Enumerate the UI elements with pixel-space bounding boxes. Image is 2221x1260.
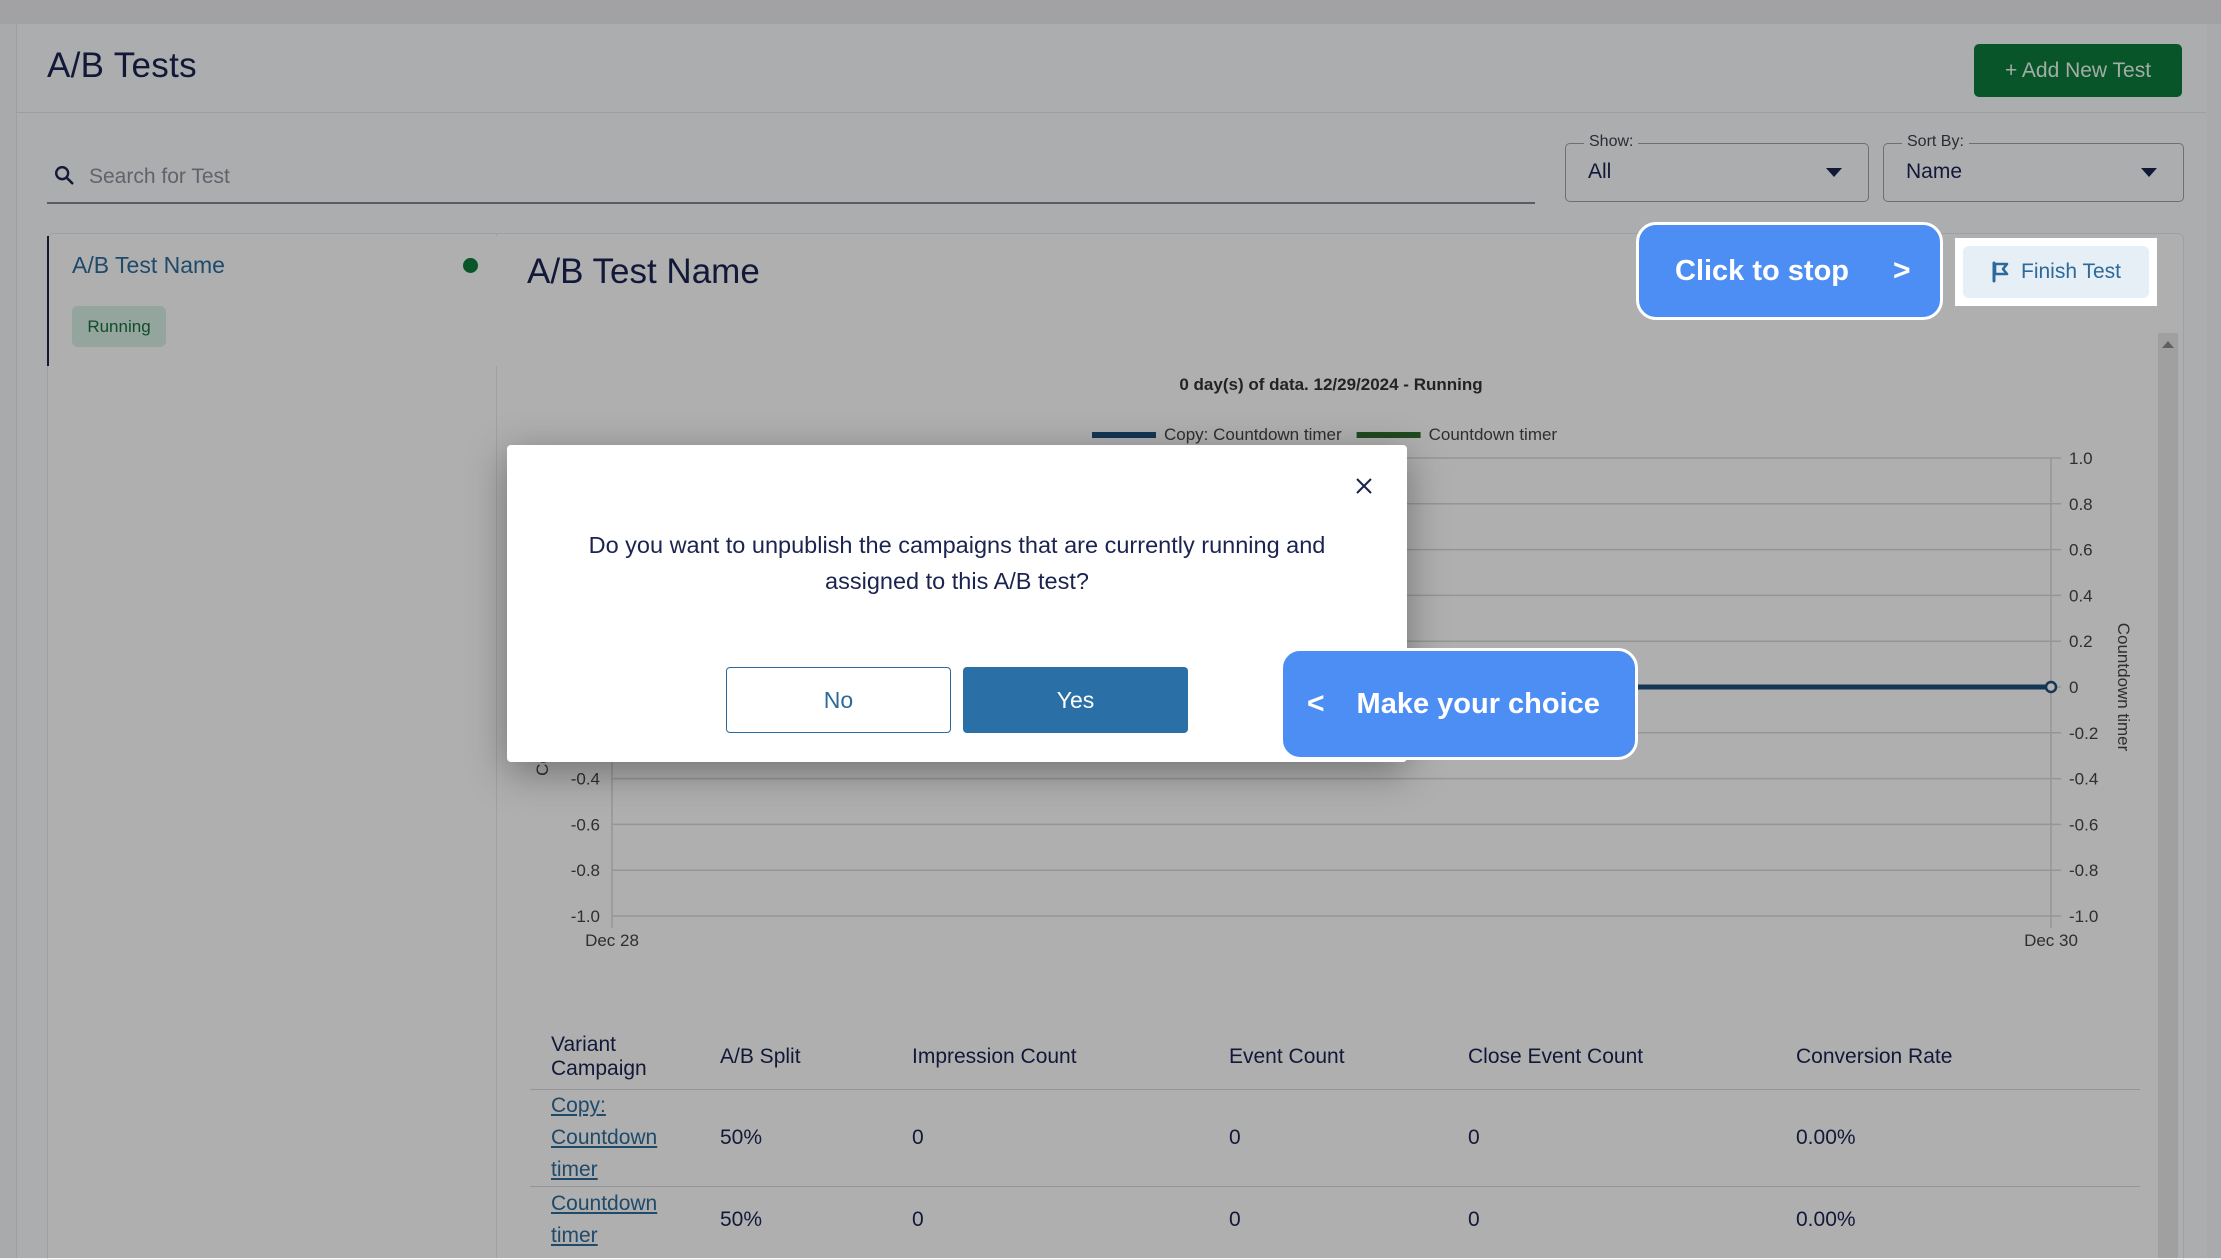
yes-button[interactable]: Yes: [963, 667, 1188, 733]
tooltip-text: Make your choice: [1356, 687, 1600, 720]
chevron-left-icon: <: [1307, 687, 1325, 720]
ab-tests-page: A/B Tests + Add New Test Show: All Sort …: [0, 0, 2221, 1260]
no-button[interactable]: No: [726, 667, 951, 733]
chevron-right-icon: >: [1893, 254, 1911, 287]
flag-icon: [1992, 261, 2009, 283]
finish-test-label: Finish Test: [2021, 260, 2121, 283]
tooltip-text: Click to stop: [1675, 254, 1850, 287]
finish-test-button-highlighted[interactable]: Finish Test: [1963, 246, 2149, 298]
unpublish-confirm-modal: Do you want to unpublish the campaigns t…: [507, 445, 1407, 762]
make-your-choice-tooltip: < Make your choice: [1280, 648, 1638, 760]
close-icon[interactable]: [1349, 471, 1379, 501]
modal-message: Do you want to unpublish the campaigns t…: [588, 532, 1326, 594]
click-to-stop-tooltip: Click to stop >: [1636, 222, 1943, 320]
